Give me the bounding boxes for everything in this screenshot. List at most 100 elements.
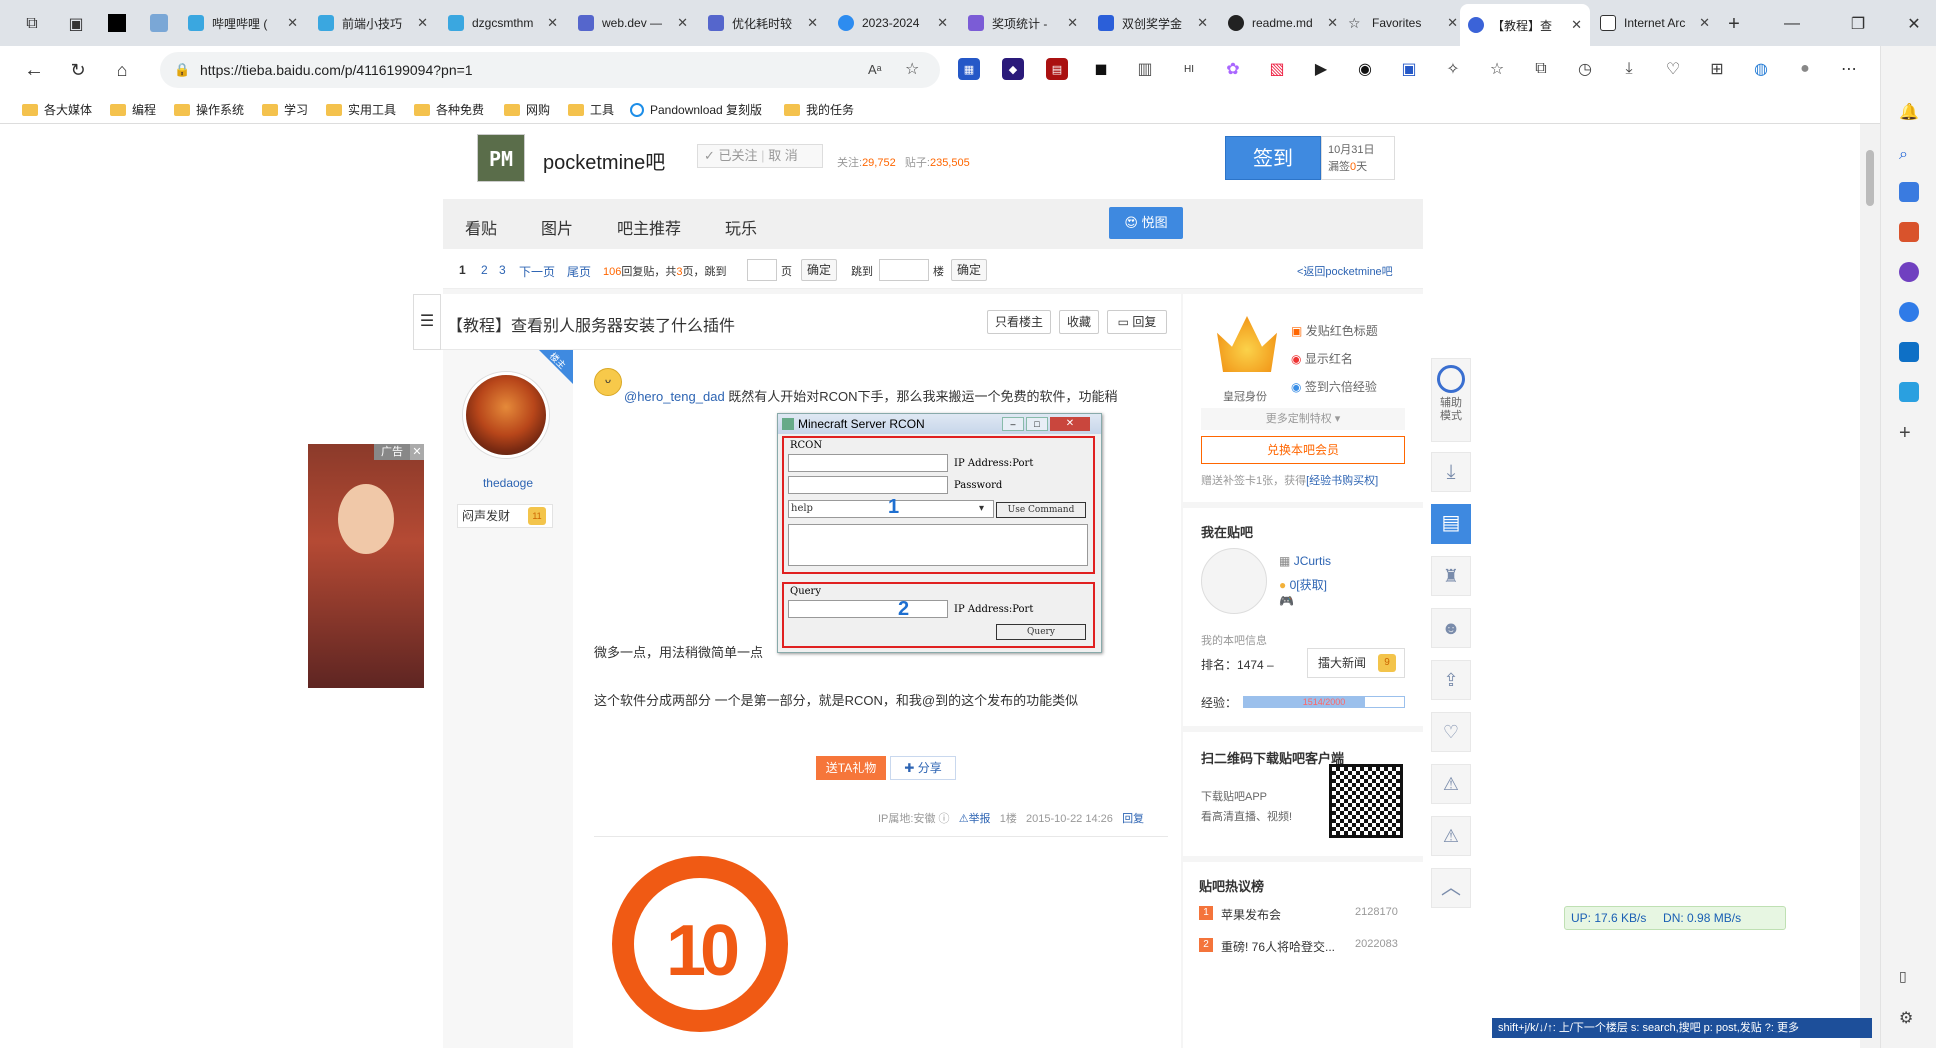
extensions-icon[interactable]: ✧ — [1442, 58, 1464, 80]
bookmark-folder[interactable]: 操作系统 — [174, 101, 244, 118]
apps-icon[interactable]: ⊞ — [1706, 58, 1728, 80]
bookmark-folder[interactable]: 各大媒体 — [22, 101, 92, 118]
extension-4-icon[interactable]: ◼ — [1090, 58, 1112, 80]
bookmark-folder[interactable]: 学习 — [262, 101, 308, 118]
ad-banner[interactable]: 广告 ✕ — [308, 444, 424, 688]
author-avatar[interactable] — [463, 372, 549, 458]
extension-6-icon[interactable]: HI — [1178, 58, 1200, 80]
cat-face-icon[interactable]: ☻ — [1431, 608, 1471, 648]
tab-frontend[interactable]: 前端小技巧 ✕ — [310, 6, 436, 40]
nav-tab-posts[interactable]: 看贴 — [465, 215, 497, 239]
tab-readme[interactable]: readme.md ✕ — [1220, 6, 1346, 40]
reply-button[interactable]: ▭ 回复 — [1107, 310, 1167, 334]
only-op-button[interactable]: 只看楼主 — [987, 310, 1051, 334]
close-window-icon[interactable]: ✕ — [1902, 12, 1926, 36]
collections-icon[interactable]: ⧉ — [1530, 58, 1552, 80]
network-speed-widget[interactable]: UP: 17.6 KB/s DN: 0.98 MB/s — [1564, 906, 1786, 930]
bookmark-folder[interactable]: 网购 — [504, 101, 550, 118]
extension-11-icon[interactable]: ▣ — [1398, 58, 1420, 80]
share-button[interactable]: ✚ 分享 — [890, 756, 956, 780]
hot-topic-link[interactable]: 重磅! 76人将哈登交... — [1221, 938, 1335, 955]
tab-webdev[interactable]: web.dev — ✕ — [570, 6, 696, 40]
collect-button[interactable]: 收藏 — [1059, 310, 1099, 334]
favorite-star-icon[interactable]: ☆ — [905, 52, 919, 88]
games-icon[interactable] — [1899, 262, 1919, 282]
close-tab-icon[interactable]: ✕ — [1327, 15, 1338, 31]
nav-tab-images[interactable]: 图片 — [541, 215, 573, 239]
forum-name[interactable]: pocketmine吧 — [543, 146, 665, 175]
extension-10-icon[interactable]: ◉ — [1354, 58, 1376, 80]
sign-in-button[interactable]: 签到 — [1225, 136, 1321, 180]
tab-pinned-2[interactable] — [150, 14, 168, 32]
report-icon[interactable]: ⚠ — [1431, 816, 1471, 856]
tab-scholarship[interactable]: 双创奖学金 ✕ — [1090, 6, 1216, 40]
close-tab-icon[interactable]: ✕ — [1067, 15, 1078, 31]
close-tab-icon[interactable]: ✕ — [1571, 17, 1582, 33]
tab-awards[interactable]: 奖项统计 - ✕ — [960, 6, 1086, 40]
report-link[interactable]: ⚠举报 — [959, 813, 991, 825]
nav-tab-recommend[interactable]: 吧主推荐 — [617, 215, 681, 239]
close-tab-icon[interactable]: ✕ — [417, 15, 428, 31]
menu-list-icon[interactable]: ☰ — [413, 294, 441, 350]
hot-topic-link[interactable]: 苹果发布会 — [1221, 906, 1281, 923]
tab-optimize[interactable]: 优化耗时较 ✕ — [700, 6, 826, 40]
drop-icon[interactable] — [1899, 382, 1919, 402]
url-field[interactable]: 🔒 https://tieba.baidu.com/p/4116199094?p… — [160, 52, 940, 88]
favorites-icon[interactable]: ☆ — [1486, 58, 1508, 80]
tab-actions-icon[interactable]: ▣ — [64, 12, 88, 36]
sync-icon[interactable]: ◍ — [1750, 58, 1772, 80]
home-icon[interactable]: ⌂ — [110, 58, 134, 82]
tab-pinned[interactable] — [108, 14, 126, 32]
microsoft365-icon[interactable] — [1899, 302, 1919, 322]
chat-icon[interactable]: ▤ — [1431, 504, 1471, 544]
app-download-icon[interactable]: ⤓ — [1431, 452, 1471, 492]
back-to-top-icon[interactable]: ︿ — [1431, 868, 1471, 908]
ad-close-icon[interactable]: ✕ — [410, 444, 424, 460]
search-icon[interactable]: ⌕ — [1899, 146, 1919, 166]
close-tab-icon[interactable]: ✕ — [807, 15, 818, 31]
new-tab-icon[interactable]: + — [1722, 12, 1746, 36]
back-to-forum-link[interactable]: <返回pocketmine吧 — [1297, 263, 1393, 279]
more-privileges[interactable]: 更多定制特权 ▾ — [1201, 408, 1405, 430]
close-tab-icon[interactable]: ✕ — [547, 15, 558, 31]
download-icon[interactable]: ⤓ — [1618, 58, 1640, 80]
page-link-2[interactable]: 2 — [481, 263, 488, 277]
close-tab-icon[interactable]: ✕ — [1699, 15, 1710, 31]
close-tab-icon[interactable]: ✕ — [1447, 15, 1458, 31]
floor-jump-input[interactable] — [879, 259, 929, 281]
tab-tieba-active[interactable]: 【教程】查 ✕ — [1460, 4, 1590, 46]
feedback-icon[interactable]: ⚠ — [1431, 764, 1471, 804]
tab-archive[interactable]: Internet Arc ✕ — [1592, 6, 1718, 40]
extension-2-icon[interactable]: ◆ — [1002, 58, 1024, 80]
tab-2023[interactable]: 2023-2024 ✕ — [830, 6, 956, 40]
my-avatar[interactable] — [1201, 548, 1267, 614]
workspaces-icon[interactable]: ⧉ — [20, 12, 44, 36]
toolbox-icon[interactable] — [1899, 222, 1919, 242]
floor-jump-confirm[interactable]: 确定 — [951, 259, 987, 281]
extension-8-icon[interactable]: ▧ — [1266, 58, 1288, 80]
bookmark-folder[interactable]: 编程 — [110, 101, 156, 118]
add-sidebar-icon[interactable]: + — [1899, 422, 1919, 444]
tab-dzgcs[interactable]: dzgcsmthm ✕ — [440, 6, 566, 40]
like-heart-icon[interactable]: ♡ — [1431, 712, 1471, 752]
bookmark-folder[interactable]: 各种免费 — [414, 101, 484, 118]
read-aloud-icon[interactable]: Aᵃ — [868, 52, 882, 88]
restore-icon[interactable]: ❐ — [1846, 12, 1870, 36]
assist-mode-button[interactable]: 辅助模式 — [1431, 358, 1471, 442]
page-link-3[interactable]: 3 — [499, 263, 506, 277]
mention-link[interactable]: @hero_teng_dad — [624, 389, 725, 404]
author-name[interactable]: thedaoge — [443, 476, 573, 490]
back-icon[interactable]: ← — [22, 58, 46, 82]
close-tab-icon[interactable]: ✕ — [1197, 15, 1208, 31]
my-username[interactable]: ▦ JCurtis — [1279, 554, 1331, 568]
page-next[interactable]: 下一页 — [519, 263, 555, 280]
page-jump-confirm[interactable]: 确定 — [801, 259, 837, 281]
outlook-icon[interactable] — [1899, 342, 1919, 362]
nav-tab-fun[interactable]: 玩乐 — [725, 215, 757, 239]
user-hat-icon[interactable]: ♜ — [1431, 556, 1471, 596]
settings-gear-icon[interactable]: ⚙ — [1899, 1008, 1919, 1028]
notification-bell-icon[interactable]: 🔔 — [1899, 102, 1919, 122]
bookmark-link[interactable]: Pandownload 复刻版 — [630, 101, 762, 118]
minimize-icon[interactable]: — — [1780, 12, 1804, 36]
page-last[interactable]: 尾页 — [567, 263, 591, 280]
